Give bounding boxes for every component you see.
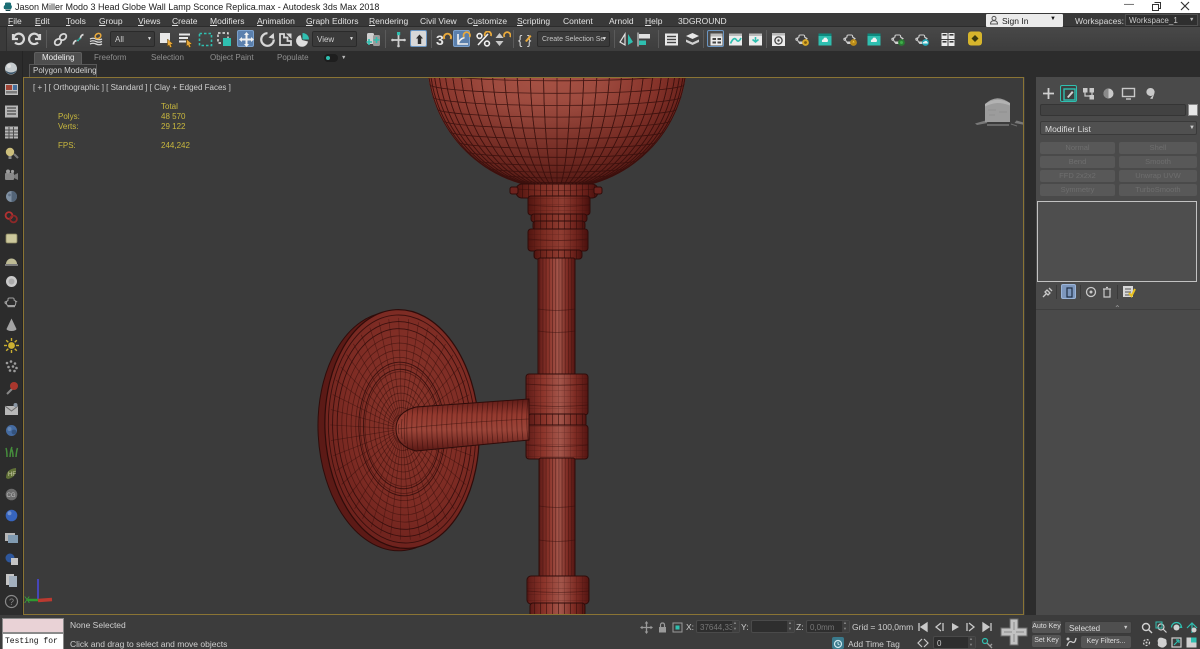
svg-text:X: X — [24, 595, 30, 605]
svg-text:3: 3 — [436, 32, 444, 48]
svg-text:HF: HF — [8, 472, 16, 478]
svg-text:{: { — [518, 33, 523, 48]
svg-text:CG: CG — [7, 493, 16, 499]
svg-text:?: ? — [9, 597, 14, 607]
